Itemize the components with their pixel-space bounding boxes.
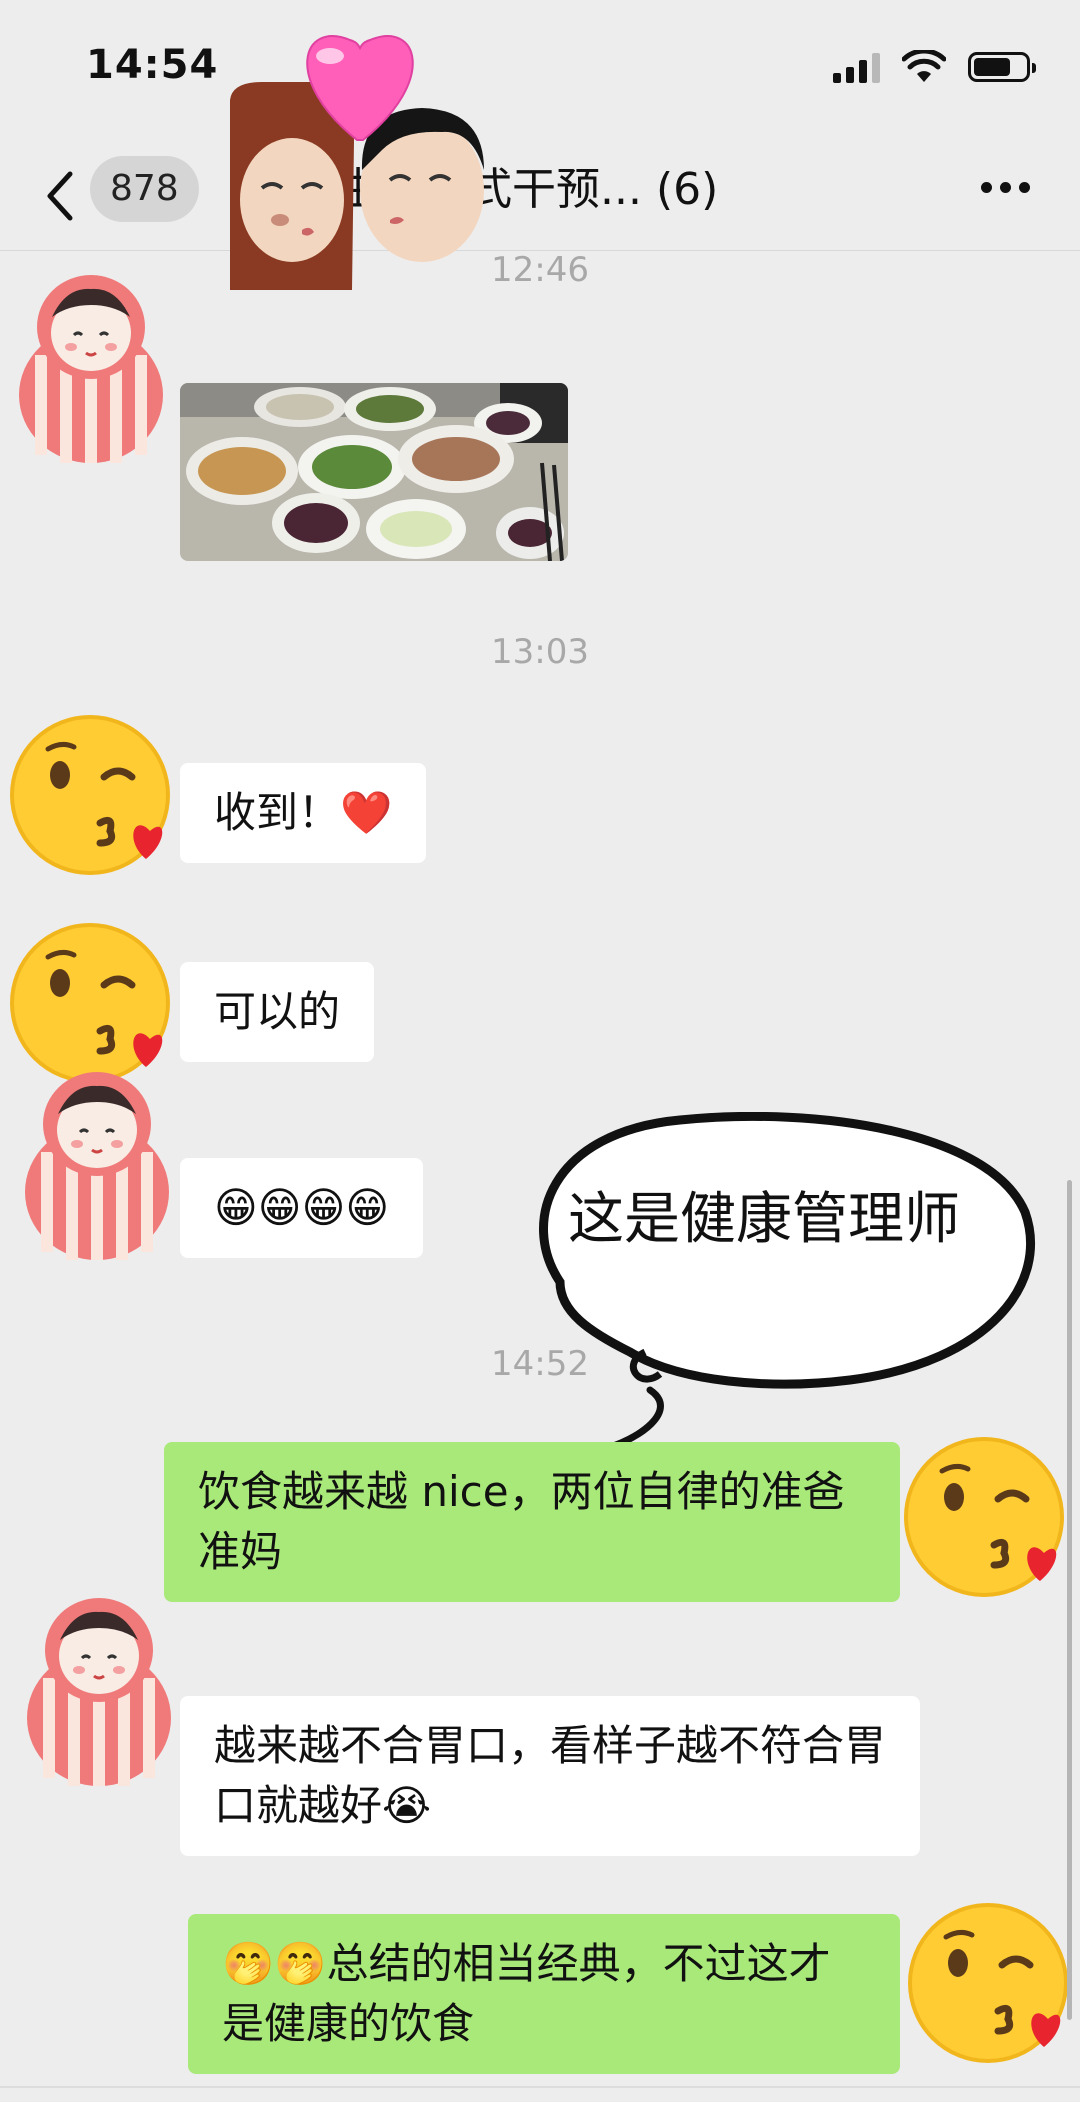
message-bubble-incoming[interactable]: 越来越不合胃口，看样子越不符合胃口就越好😭 bbox=[180, 1696, 920, 1856]
scrollbar[interactable] bbox=[1067, 1180, 1072, 2020]
message-bubble-outgoing[interactable]: 饮食越来越 nice，两位自律的准爸准妈 bbox=[164, 1442, 900, 1602]
avatar-doll[interactable] bbox=[6, 265, 176, 465]
wifi-icon bbox=[902, 50, 946, 82]
avatar-kiss-emoji[interactable] bbox=[8, 698, 178, 898]
message-bubble-incoming[interactable]: 可以的 bbox=[180, 962, 375, 1062]
message-bubble-incoming[interactable]: 收到！❤️ bbox=[180, 763, 427, 863]
avatar-doll[interactable] bbox=[14, 1588, 184, 1788]
avatar-doll[interactable] bbox=[12, 1062, 182, 1262]
timestamp: 13:03 bbox=[491, 632, 589, 672]
bottom-divider bbox=[0, 2086, 1080, 2088]
status-bar: 14:54 bbox=[0, 0, 1080, 130]
avatar-kiss-emoji[interactable] bbox=[902, 1420, 1072, 1620]
battery-icon bbox=[968, 52, 1036, 82]
message-bubble-outgoing[interactable]: 🤭🤭总结的相当经典，不过这才是健康的饮食 bbox=[188, 1914, 900, 2074]
annotation-text: 这是健康管理师 bbox=[568, 1187, 960, 1252]
timestamp: 14:52 bbox=[491, 1344, 589, 1384]
cellular-signal-icon bbox=[833, 51, 880, 83]
unread-count-badge[interactable]: 878 bbox=[90, 156, 199, 222]
back-chevron-icon[interactable] bbox=[40, 168, 90, 224]
avatar-kiss-emoji[interactable] bbox=[906, 1886, 1076, 2086]
message-bubble-incoming[interactable]: 😁😁😁😁 bbox=[180, 1158, 424, 1258]
more-options-icon[interactable] bbox=[981, 182, 1030, 193]
status-icons bbox=[833, 50, 1036, 84]
status-time: 14:54 bbox=[86, 42, 219, 88]
food-photo[interactable] bbox=[180, 383, 568, 561]
chat-header: 878 生活方式干预... (6) bbox=[0, 140, 1080, 250]
